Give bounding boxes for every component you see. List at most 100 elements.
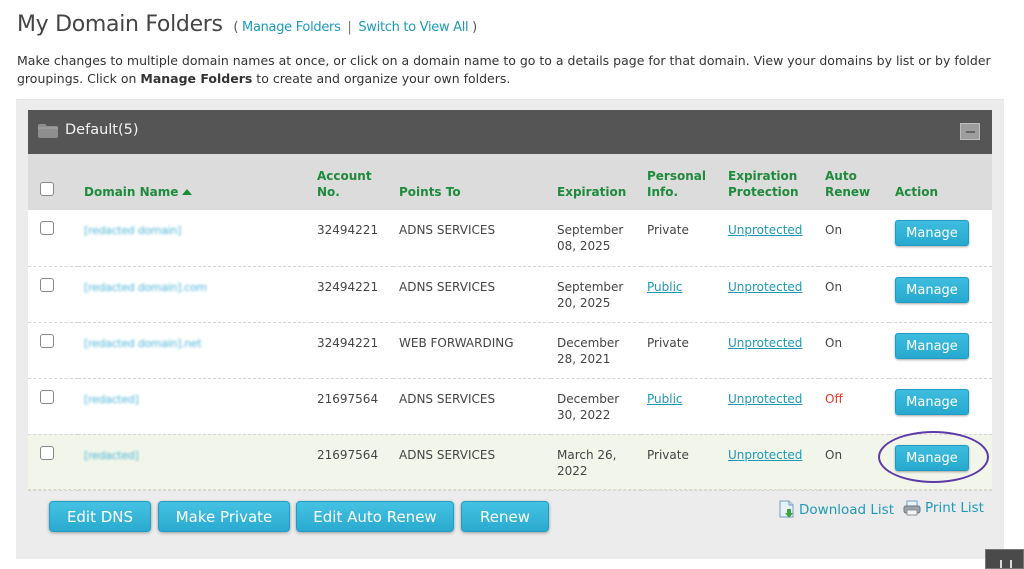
col-domain-name[interactable]: Domain Name bbox=[78, 154, 311, 210]
table-header-row: Domain Name Account No. Points To Expira… bbox=[28, 154, 992, 210]
action-cell: Manage bbox=[889, 210, 992, 266]
edit-auto-renew-button[interactable]: Edit Auto Renew bbox=[296, 501, 454, 532]
folder-header: Default(5) bbox=[28, 110, 992, 154]
domain-name-link[interactable]: [redacted] bbox=[84, 393, 139, 406]
expiration-protection-cell: Unprotected bbox=[722, 378, 819, 434]
print-list-label[interactable]: Print List bbox=[925, 500, 984, 516]
expiration-protection-link[interactable]: Unprotected bbox=[728, 392, 802, 406]
table-row: [redacted] 21697564 ADNS SERVICES December … bbox=[28, 378, 992, 434]
intro-text: Make changes to multiple domain names at… bbox=[17, 52, 997, 88]
collapse-folder-button[interactable] bbox=[960, 123, 980, 140]
expiration-protection-cell: Unprotected bbox=[722, 210, 819, 266]
make-private-button[interactable]: Make Private bbox=[158, 501, 290, 532]
sort-ascending-icon bbox=[182, 189, 193, 195]
expiration-protection-cell: Unprotected bbox=[722, 266, 819, 322]
table-row: [redacted domain].net 32494221 WEB FORWARD… bbox=[28, 322, 992, 378]
expiration-cell: September 20, 2025 bbox=[557, 279, 624, 310]
manage-button[interactable]: Manage bbox=[895, 276, 969, 303]
switch-to-view-all-link[interactable]: Switch to View All bbox=[358, 20, 468, 35]
select-cell bbox=[28, 266, 78, 322]
select-cell bbox=[28, 434, 78, 490]
col-account-no: Account No. bbox=[317, 169, 372, 199]
select-all-cell bbox=[28, 154, 78, 210]
select-all-checkbox[interactable] bbox=[40, 182, 54, 196]
auto-renew-cell: On bbox=[819, 210, 889, 266]
points-to-cell: ADNS SERVICES bbox=[399, 223, 496, 237]
download-list-label[interactable]: Download List bbox=[799, 502, 894, 518]
personal-info-value[interactable]: Public bbox=[647, 392, 683, 406]
col-domain-name-label[interactable]: Domain Name bbox=[84, 185, 178, 199]
expiration-protection-cell: Unprotected bbox=[722, 322, 819, 378]
corner-widget-button[interactable] bbox=[985, 549, 1024, 569]
select-cell bbox=[28, 210, 78, 266]
domains-table: Domain Name Account No. Points To Expira… bbox=[28, 154, 992, 491]
action-cell: Manage bbox=[889, 266, 992, 322]
col-auto-renew: Auto Renew bbox=[825, 169, 871, 199]
domain-cell: [redacted] bbox=[78, 378, 311, 434]
row-checkbox[interactable] bbox=[40, 277, 54, 292]
auto-renew-value: Off bbox=[825, 391, 843, 406]
row-checkbox[interactable] bbox=[40, 445, 54, 460]
auto-renew-value: On bbox=[825, 335, 843, 350]
manage-button[interactable]: Manage bbox=[895, 220, 969, 246]
page-title: My Domain Folders ( Manage Folders | Swi… bbox=[17, 12, 477, 37]
personal-info-cell: Private bbox=[641, 434, 722, 490]
personal-info-value: Private bbox=[647, 223, 689, 237]
col-personal-info: Personal Info. bbox=[647, 169, 706, 199]
auto-renew-cell: On bbox=[819, 322, 889, 378]
col-expiration-protection: Expiration Protection bbox=[728, 169, 799, 199]
auto-renew-value: On bbox=[825, 447, 843, 462]
divider bbox=[16, 99, 1004, 100]
domain-cell: [redacted domain].net bbox=[78, 322, 311, 378]
auto-renew-cell: On bbox=[819, 266, 889, 322]
table-row: [redacted] 21697564 ADNS SERVICES March 26,… bbox=[28, 434, 992, 490]
row-checkbox[interactable] bbox=[40, 221, 54, 235]
expiration-protection-cell: Unprotected bbox=[722, 434, 819, 490]
open-paren: ( bbox=[233, 20, 243, 35]
auto-renew-cell: On bbox=[819, 434, 889, 490]
manage-folders-link[interactable]: Manage Folders bbox=[242, 20, 341, 35]
expiration-cell: March 26, 2022 bbox=[557, 447, 617, 478]
edit-dns-button[interactable]: Edit DNS bbox=[49, 501, 151, 532]
download-list-link[interactable]: Download List bbox=[779, 500, 894, 518]
domain-cell: [redacted domain] bbox=[78, 210, 311, 266]
expiration-cell: December 28, 2021 bbox=[557, 335, 620, 366]
personal-info-cell: Public bbox=[641, 378, 722, 434]
row-checkbox[interactable] bbox=[40, 389, 54, 404]
expiration-protection-link[interactable]: Unprotected bbox=[728, 223, 802, 237]
account-no-cell: 21697564 bbox=[317, 391, 379, 406]
expiration-protection-link[interactable]: Unprotected bbox=[728, 336, 802, 350]
action-cell: Manage bbox=[889, 322, 992, 378]
manage-button[interactable]: Manage bbox=[895, 388, 969, 415]
title-links: ( Manage Folders | Switch to View All ) bbox=[233, 20, 477, 35]
personal-info-value[interactable]: Public bbox=[647, 280, 683, 294]
download-file-icon bbox=[779, 500, 794, 518]
domain-name-link[interactable]: [redacted domain].net bbox=[84, 337, 202, 350]
divider bbox=[28, 489, 992, 490]
domain-cell: [redacted domain].com bbox=[78, 266, 311, 322]
domain-name-link[interactable]: [redacted] bbox=[84, 449, 139, 462]
points-to-cell: WEB FORWARDING bbox=[399, 335, 514, 350]
domain-name-link[interactable]: [redacted domain] bbox=[84, 224, 181, 237]
expiration-cell: December 30, 2022 bbox=[557, 391, 620, 422]
expiration-protection-link[interactable]: Unprotected bbox=[728, 280, 802, 294]
col-points-to: Points To bbox=[399, 185, 461, 199]
select-cell bbox=[28, 322, 78, 378]
personal-info-cell: Private bbox=[641, 210, 722, 266]
auto-renew-value: On bbox=[825, 223, 843, 237]
account-no-cell: 32494221 bbox=[317, 335, 379, 350]
folder-icon bbox=[38, 124, 58, 138]
page-title-text: My Domain Folders bbox=[17, 12, 223, 37]
domain-name-link[interactable]: [redacted domain].com bbox=[84, 281, 207, 294]
manage-button[interactable]: Manage bbox=[895, 332, 969, 359]
account-no-cell: 32494221 bbox=[317, 223, 379, 237]
expiration-protection-link[interactable]: Unprotected bbox=[728, 448, 802, 462]
action-cell: Manage bbox=[889, 378, 992, 434]
manage-button[interactable]: Manage bbox=[895, 444, 969, 471]
personal-info-cell: Private bbox=[641, 322, 722, 378]
col-action: Action bbox=[895, 185, 939, 199]
renew-button[interactable]: Renew bbox=[461, 501, 549, 532]
row-checkbox[interactable] bbox=[40, 333, 54, 348]
print-list-link[interactable]: Print List bbox=[903, 500, 984, 516]
points-to-cell: ADNS SERVICES bbox=[399, 391, 496, 406]
